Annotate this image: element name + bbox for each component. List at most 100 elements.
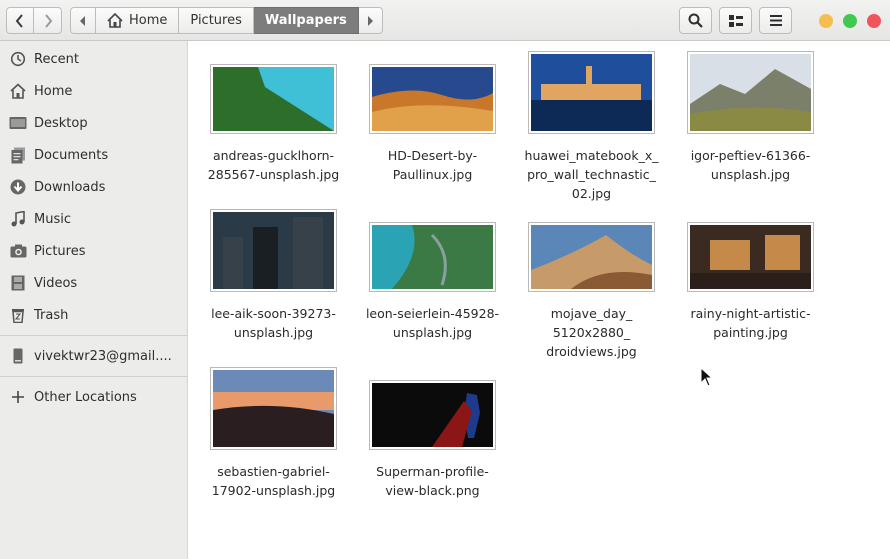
home-icon [9, 82, 27, 100]
chevron-right-icon [368, 15, 374, 26]
sidebar-item-label: Desktop [34, 115, 88, 131]
file-name-line: pro_wall_technastic_ [527, 167, 656, 182]
file-name-line: 02.jpg [571, 186, 612, 201]
sidebar-item-account[interactable]: vivektwr23@gmail.... [0, 341, 187, 371]
sidebar-item-label: Pictures [34, 243, 86, 259]
file-thumbnail [210, 367, 337, 450]
file-item[interactable]: Superman-profile- view-black.png [360, 367, 505, 507]
file-name-line: Paullinux.jpg [392, 167, 473, 182]
file-thumbnail [687, 222, 814, 292]
sidebar: Recent Home Desktop Documents Downloads … [0, 41, 188, 559]
camera-icon [9, 242, 27, 260]
sidebar-item-downloads[interactable]: Downloads [0, 172, 187, 202]
home-icon [107, 13, 123, 28]
sidebar-item-videos[interactable]: Videos [0, 268, 187, 298]
download-icon [9, 178, 27, 196]
maximize-button[interactable] [843, 14, 857, 28]
file-name-line: unsplash.jpg [392, 325, 473, 340]
file-item[interactable]: leon-seierlein-45928- unsplash.jpg [360, 209, 505, 349]
sidebar-item-music[interactable]: Music [0, 204, 187, 234]
file-name-line: view-black.png [385, 483, 480, 498]
file-name-line: lee-aik-soon-39273- [211, 306, 336, 321]
desktop-icon [9, 114, 27, 132]
file-thumbnail [369, 380, 496, 450]
file-name-line: unsplash.jpg [710, 167, 791, 182]
minimize-button[interactable] [819, 14, 833, 28]
path-left-arrow[interactable] [70, 7, 96, 34]
file-item[interactable]: mojave_day_ 5120x2880_ droidviews.jpg [519, 209, 664, 369]
file-name-line: sebastien-gabriel- [217, 464, 330, 479]
back-button[interactable] [6, 7, 34, 34]
file-item[interactable]: huawei_matebook_x_ pro_wall_technastic_ … [519, 51, 664, 211]
path-crumb-label: Pictures [190, 13, 242, 28]
close-button[interactable] [867, 14, 881, 28]
file-name-line: 285567-unsplash.jpg [207, 167, 340, 182]
path-right-arrow[interactable] [358, 7, 383, 34]
file-item[interactable]: igor-peftiev-61366- unsplash.jpg [678, 51, 823, 191]
chevron-left-icon [80, 15, 85, 26]
back-icon [15, 13, 23, 28]
file-name-line: mojave_day_ [550, 306, 633, 321]
menu-icon [769, 15, 782, 26]
file-name-line: andreas-gucklhorn- [212, 148, 335, 163]
path-bar: Home Pictures Wallpapers [70, 7, 383, 34]
file-thumbnail [210, 64, 337, 134]
file-item[interactable]: rainy-night-artistic- painting.jpg [678, 209, 823, 349]
file-name-line: 5120x2880_ [552, 325, 631, 340]
sidebar-item-label: Recent [34, 51, 79, 67]
file-thumbnail [210, 209, 337, 292]
sidebar-item-trash[interactable]: Trash [0, 300, 187, 330]
file-grid: andreas-gucklhorn- 285567-unsplash.jpg H… [188, 41, 890, 559]
nav-buttons [6, 7, 63, 34]
mouse-cursor-icon [700, 367, 714, 387]
drive-icon [9, 347, 27, 365]
file-thumbnail [369, 64, 496, 134]
documents-icon [9, 146, 27, 164]
search-button[interactable] [679, 7, 712, 34]
header-bar: Home Pictures Wallpapers [0, 0, 890, 41]
file-name-line: rainy-night-artistic- [690, 306, 811, 321]
sidebar-item-home[interactable]: Home [0, 76, 187, 106]
file-name-line: 17902-unsplash.jpg [211, 483, 336, 498]
path-crumb-pictures[interactable]: Pictures [179, 7, 254, 34]
film-icon [9, 274, 27, 292]
sidebar-item-label: Documents [34, 147, 109, 163]
path-crumb-wallpapers[interactable]: Wallpapers [253, 7, 359, 34]
view-toggle-button[interactable] [719, 7, 752, 34]
file-name-line: leon-seierlein-45928- [365, 306, 500, 321]
forward-icon [44, 13, 52, 28]
sidebar-item-desktop[interactable]: Desktop [0, 108, 187, 138]
file-name-line: igor-peftiev-61366- [690, 148, 811, 163]
file-item[interactable]: lee-aik-soon-39273- unsplash.jpg [201, 209, 346, 349]
path-crumb-label: Home [129, 13, 168, 28]
file-thumbnail [369, 222, 496, 292]
sidebar-item-pictures[interactable]: Pictures [0, 236, 187, 266]
plus-icon [9, 388, 27, 406]
menu-button[interactable] [759, 7, 792, 34]
path-crumb-home[interactable]: Home [96, 7, 180, 34]
sidebar-separator [0, 335, 187, 336]
sidebar-item-label: vivektwr23@gmail.... [34, 348, 172, 364]
view-icon [728, 14, 743, 27]
sidebar-item-label: Downloads [34, 179, 106, 195]
forward-button[interactable] [34, 7, 62, 34]
file-thumbnail [687, 51, 814, 134]
file-name-line: HD-Desert-by- [387, 148, 478, 163]
search-icon [688, 13, 703, 28]
sidebar-item-documents[interactable]: Documents [0, 140, 187, 170]
file-item[interactable]: HD-Desert-by- Paullinux.jpg [360, 51, 505, 191]
sidebar-item-other-locations[interactable]: Other Locations [0, 382, 187, 412]
file-name-line: droidviews.jpg [546, 344, 637, 359]
file-item[interactable]: andreas-gucklhorn- 285567-unsplash.jpg [201, 51, 346, 191]
file-name-line: painting.jpg [713, 325, 788, 340]
sidebar-item-label: Trash [34, 307, 69, 323]
file-name-line: Superman-profile- [376, 464, 489, 479]
sidebar-item-recent[interactable]: Recent [0, 44, 187, 74]
sidebar-item-label: Videos [34, 275, 78, 291]
sidebar-item-label: Home [34, 83, 73, 99]
file-item[interactable]: sebastien-gabriel- 17902-unsplash.jpg [201, 367, 346, 507]
music-icon [9, 210, 27, 228]
sidebar-separator [0, 376, 187, 377]
clock-icon [9, 50, 27, 68]
sidebar-item-label: Other Locations [34, 389, 137, 405]
